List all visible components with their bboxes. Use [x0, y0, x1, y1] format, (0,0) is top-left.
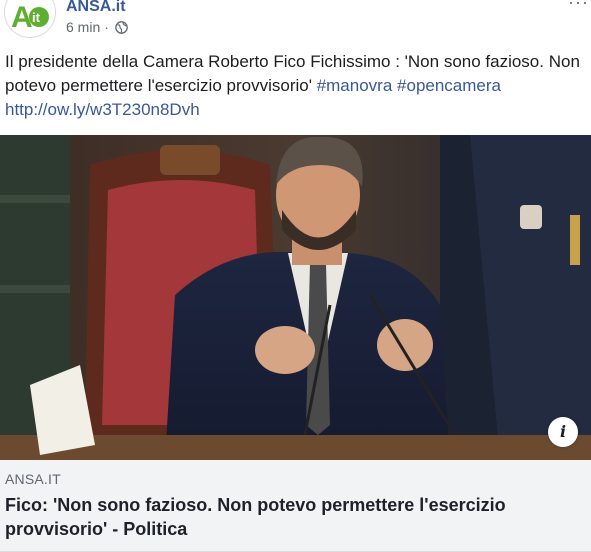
- page-avatar[interactable]: A it: [4, 0, 56, 38]
- more-options-icon[interactable]: ···: [568, 0, 589, 13]
- post-link[interactable]: http://ow.ly/w3T230n8Dvh: [5, 100, 200, 119]
- hashtag-opencamera[interactable]: #opencamera: [397, 76, 501, 95]
- page-name-link[interactable]: ANSA.it: [66, 0, 126, 16]
- globe-icon[interactable]: [115, 20, 128, 34]
- link-domain: ANSA.IT: [5, 471, 61, 487]
- post-message: Il presidente della Camera Roberto Fico …: [5, 50, 585, 122]
- post-header: A it ANSA.it 6 min · ···: [0, 0, 591, 44]
- hashtag-manovra[interactable]: #manovra: [317, 76, 393, 95]
- post-meta: 6 min ·: [66, 19, 128, 35]
- svg-text:it: it: [32, 10, 41, 25]
- timestamp[interactable]: 6 min: [66, 19, 100, 35]
- link-headline[interactable]: Fico: 'Non sono fazioso. Non potevo perm…: [5, 493, 580, 541]
- link-preview-image[interactable]: i: [0, 135, 591, 460]
- link-preview-footer[interactable]: ANSA.IT Fico: 'Non sono fazioso. Non pot…: [0, 460, 591, 552]
- article-photo: [0, 135, 591, 460]
- ansa-logo: A it: [5, 0, 55, 37]
- meta-separator: ·: [104, 19, 109, 35]
- info-icon[interactable]: i: [548, 417, 578, 447]
